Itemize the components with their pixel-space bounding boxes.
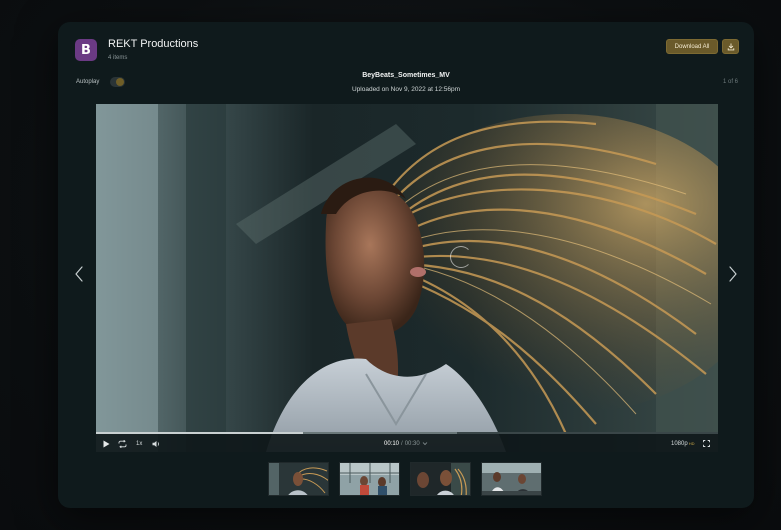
chevron-right-icon xyxy=(729,266,737,282)
chevron-left-icon xyxy=(75,266,83,282)
volume-icon xyxy=(152,440,159,447)
time-display: 00:10 / 00:30 xyxy=(384,439,428,448)
progress-bar[interactable] xyxy=(96,432,718,434)
brand-logo-initial: B xyxy=(81,42,91,58)
download-all-button[interactable]: Download All xyxy=(666,39,718,54)
thumbnail-image xyxy=(269,463,328,495)
video-frame xyxy=(96,104,718,452)
brand-name: REKT Productions xyxy=(108,38,199,50)
chevron-down-icon[interactable] xyxy=(422,441,428,446)
thumbnail-image xyxy=(482,463,541,495)
file-title: BeyBeats_Sometimes_MV xyxy=(362,72,450,79)
quality-label: 1080p xyxy=(671,440,688,447)
autoplay-label: Autoplay xyxy=(76,79,100,85)
play-icon xyxy=(103,440,110,447)
player-controls: 1x 00:10 / 00:30 1080p HD xyxy=(96,432,718,452)
download-button[interactable] xyxy=(722,39,739,54)
media-review-panel: B REKT Productions 4 items Download All … xyxy=(58,22,754,508)
progress-fill xyxy=(96,432,304,434)
thumbnail-4[interactable] xyxy=(481,462,542,496)
thumbnail-1[interactable] xyxy=(268,462,329,496)
thumbnail-2[interactable] xyxy=(339,462,400,496)
download-icon xyxy=(727,42,734,50)
time-separator: / xyxy=(401,440,403,447)
video-viewer[interactable] xyxy=(96,104,718,452)
thumbnail-strip xyxy=(268,462,542,496)
play-button[interactable] xyxy=(103,439,110,448)
autoplay-toggle-knob xyxy=(116,78,124,86)
loop-icon xyxy=(118,439,127,448)
fullscreen-icon xyxy=(703,440,710,447)
previous-button[interactable] xyxy=(72,264,86,284)
quality-button[interactable]: 1080p HD xyxy=(671,439,694,448)
current-time: 00:10 xyxy=(384,440,400,447)
thumbnail-image xyxy=(411,463,470,495)
speed-button[interactable]: 1x xyxy=(136,439,142,448)
loading-spinner xyxy=(450,246,472,268)
loop-button[interactable] xyxy=(118,439,127,448)
thumbnail-image xyxy=(340,463,399,495)
thumbnail-3[interactable] xyxy=(410,462,471,496)
brand-logo: B xyxy=(75,39,97,61)
speed-label: 1x xyxy=(136,440,143,447)
fullscreen-button[interactable] xyxy=(703,439,710,448)
next-button[interactable] xyxy=(726,264,740,284)
upload-date: Uploaded on Nov 9, 2022 at 12:56pm xyxy=(351,86,461,93)
volume-button[interactable] xyxy=(152,439,161,448)
quality-badge: HD xyxy=(688,441,695,446)
total-time: 00:30 xyxy=(404,440,420,447)
item-count: 4 items xyxy=(108,55,128,61)
pager-count: 1 of 6 xyxy=(722,79,738,85)
